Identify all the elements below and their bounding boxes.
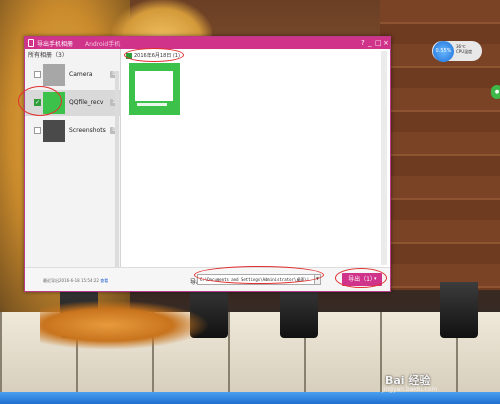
photo-grid-panel: 2016年6月18日 (1)	[122, 49, 390, 267]
device-name: Android手机	[85, 41, 121, 48]
last-export-info: 最近导出2016-6-18 15:54:22 查看	[43, 278, 108, 284]
album-item-screenshots[interactable]: Screenshots 0	[25, 118, 121, 144]
photo-thumbnail[interactable]	[129, 63, 180, 115]
minimize-button[interactable]: _	[368, 39, 372, 47]
piano-black-key	[440, 282, 478, 338]
album-checkbox[interactable]	[34, 127, 41, 134]
view-link[interactable]: 查看	[100, 278, 108, 283]
annotation-circle	[18, 86, 62, 116]
album-name: QQfile_recv	[69, 99, 104, 106]
side-float-icon[interactable]: ●	[491, 85, 500, 99]
album-name: Camera	[69, 71, 93, 78]
cpu-usage-badge[interactable]: 0.55%	[433, 41, 454, 62]
phone-icon	[28, 39, 34, 47]
last-export-time: 最近导出2016-6-18 15:54:22	[43, 278, 99, 283]
close-button[interactable]: ×	[383, 39, 389, 47]
wallpaper-chick-head	[112, 0, 212, 40]
cpu-temp-readout: 36℃ CPU温度	[456, 44, 472, 54]
album-list-scrollbar[interactable]	[115, 71, 119, 271]
help-button[interactable]: ?	[361, 39, 365, 47]
export-album-dialog: 导出手机相册 Android手机 ? _ □ × 所有相册（3） Camera …	[24, 36, 391, 292]
watermark-url: jingyan.baidu.com	[382, 386, 438, 393]
album-item-camera[interactable]: Camera 0	[25, 62, 121, 88]
photo-content	[135, 71, 173, 101]
annotation-circle	[194, 266, 324, 284]
taskbar[interactable]	[0, 392, 500, 404]
album-name: Screenshots	[69, 127, 106, 134]
annotation-circle	[124, 48, 184, 62]
album-thumbnail	[43, 120, 65, 142]
cpu-temp-label: CPU温度	[456, 49, 473, 54]
album-list-panel: 所有相册（3） Camera 0 ✓ QQfile_recv 1 Screens…	[25, 49, 121, 271]
dialog-titlebar[interactable]: 导出手机相册 Android手机 ? _ □ ×	[25, 37, 390, 49]
annotation-circle	[335, 268, 387, 288]
photo-grid-scrollbar[interactable]	[381, 51, 387, 265]
wallpaper-chick-feet	[40, 300, 210, 350]
photo-caption-bar	[137, 103, 167, 106]
album-thumbnail	[43, 64, 65, 86]
all-albums-header[interactable]: 所有相册（3）	[28, 50, 68, 59]
maximize-button[interactable]: □	[375, 39, 382, 47]
dialog-title: 导出手机相册	[37, 41, 74, 48]
album-checkbox[interactable]	[34, 71, 41, 78]
